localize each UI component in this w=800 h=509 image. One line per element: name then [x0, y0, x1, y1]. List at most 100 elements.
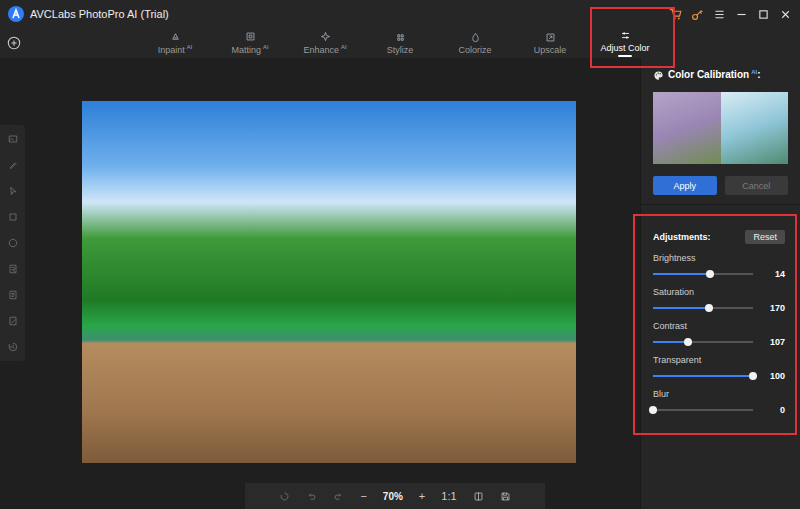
- slider-track[interactable]: [653, 409, 753, 411]
- photo: [82, 101, 576, 463]
- slider-label: Contrast: [653, 321, 785, 331]
- minimize-icon[interactable]: [735, 8, 748, 21]
- color-calibration-title: Color CalibrationAI:: [668, 69, 760, 80]
- tab[interactable]: EnhanceAI: [288, 28, 363, 58]
- ai-badge: AI: [187, 44, 193, 50]
- preview-after: [721, 92, 789, 164]
- slider-fill: [653, 273, 710, 275]
- tool-icon[interactable]: [7, 289, 19, 301]
- slider-row: Transparent 100: [653, 355, 785, 381]
- key-icon[interactable]: [691, 8, 704, 21]
- slider-label: Brightness: [653, 253, 785, 263]
- tab[interactable]: Stylize: [363, 28, 438, 58]
- tab-icon: [170, 31, 181, 42]
- tool-icon[interactable]: [7, 185, 19, 197]
- tab-label: InpaintAI: [158, 44, 193, 55]
- cart-icon[interactable]: [669, 8, 682, 21]
- tab-icon: [245, 31, 256, 42]
- menu-icon[interactable]: [713, 8, 726, 21]
- tab-label: Adjust Color: [600, 43, 649, 53]
- slider-knob[interactable]: [684, 338, 692, 346]
- tab-icon: [620, 30, 631, 41]
- tool-icon[interactable]: [7, 133, 19, 145]
- divider: [641, 204, 800, 205]
- right-panel: Color CalibrationAI: Apply Cancel Adjust…: [640, 58, 800, 509]
- tool-bar: [0, 125, 25, 361]
- tab[interactable]: InpaintAI: [138, 28, 213, 58]
- apply-button[interactable]: Apply: [653, 176, 717, 195]
- slider-row: Blur 0: [653, 389, 785, 415]
- tab-icon: [470, 32, 481, 43]
- adjustments-panel: Adjustments: Reset Brightness 14 Saturati…: [633, 214, 797, 435]
- title-bar: AVCLabs PhotoPro AI (Trial): [0, 0, 800, 28]
- slider-label: Blur: [653, 389, 785, 399]
- ai-badge: AI: [751, 69, 757, 75]
- canvas-area: − 70% + 1:1: [0, 58, 640, 509]
- tool-icon[interactable]: [7, 211, 19, 223]
- tool-icon[interactable]: [7, 341, 19, 353]
- slider-track[interactable]: [653, 375, 753, 377]
- tab-icon: [545, 32, 556, 43]
- slider-row: Brightness 14: [653, 253, 785, 279]
- close-icon[interactable]: [779, 8, 792, 21]
- redo-icon[interactable]: [333, 491, 344, 502]
- palette-icon: [653, 70, 664, 81]
- slider-knob[interactable]: [706, 270, 714, 278]
- slider-value: 0: [759, 405, 785, 415]
- slider-label: Saturation: [653, 287, 785, 297]
- zoom-in-button[interactable]: +: [419, 490, 425, 502]
- tab[interactable]: MattingAI: [213, 28, 288, 58]
- actual-size-button[interactable]: 1:1: [441, 490, 456, 502]
- zoom-out-button[interactable]: −: [360, 490, 366, 502]
- slider-label: Transparent: [653, 355, 785, 365]
- add-icon[interactable]: [7, 36, 21, 50]
- tab-label: EnhanceAI: [303, 44, 346, 55]
- slider-fill: [653, 341, 688, 343]
- window-title: AVCLabs PhotoPro AI (Trial): [30, 8, 169, 20]
- tab-label: Colorize: [458, 45, 491, 55]
- calibration-preview: [653, 92, 788, 164]
- tab-label: Stylize: [387, 45, 414, 55]
- tab-bar: InpaintAI MattingAI EnhanceAI Stylize Co…: [0, 28, 800, 58]
- tab-icon: [320, 31, 331, 42]
- slider-value: 170: [759, 303, 785, 313]
- zoom-value: 70%: [383, 491, 403, 502]
- app-window: AVCLabs PhotoPro AI (Trial) InpaintAI Ma…: [0, 0, 800, 509]
- reset-button[interactable]: Reset: [745, 230, 785, 244]
- slider-fill: [653, 307, 709, 309]
- tool-icon[interactable]: [7, 315, 19, 327]
- tab-label: MattingAI: [231, 44, 268, 55]
- tool-icon[interactable]: [7, 159, 19, 171]
- compare-icon[interactable]: [473, 491, 484, 502]
- slider-track[interactable]: [653, 341, 753, 343]
- reset-view-icon[interactable]: [279, 491, 290, 502]
- adjustments-title: Adjustments:: [653, 232, 711, 242]
- slider-knob[interactable]: [749, 372, 757, 380]
- ai-badge: AI: [341, 44, 347, 50]
- tab[interactable]: Upscale: [513, 28, 588, 58]
- maximize-icon[interactable]: [757, 8, 770, 21]
- preview-before: [653, 92, 721, 164]
- app-logo-icon: [8, 6, 24, 22]
- slider-knob[interactable]: [649, 406, 657, 414]
- tool-icon[interactable]: [7, 263, 19, 275]
- cancel-button[interactable]: Cancel: [725, 176, 789, 195]
- tab[interactable]: Adjust Color: [588, 28, 663, 58]
- tab[interactable]: Colorize: [438, 28, 513, 58]
- ai-badge: AI: [263, 44, 269, 50]
- undo-icon[interactable]: [306, 491, 317, 502]
- save-icon[interactable]: [500, 491, 511, 502]
- slider-track[interactable]: [653, 273, 753, 275]
- zoom-bar: − 70% + 1:1: [245, 483, 545, 509]
- slider-track[interactable]: [653, 307, 753, 309]
- slider-value: 100: [759, 371, 785, 381]
- tab-label: Upscale: [534, 45, 567, 55]
- tab-underline: [618, 55, 632, 57]
- slider-fill: [653, 375, 753, 377]
- slider-value: 107: [759, 337, 785, 347]
- color-calibration-header: Color CalibrationAI:: [641, 58, 800, 84]
- slider-value: 14: [759, 269, 785, 279]
- tool-icon[interactable]: [7, 237, 19, 249]
- slider-row: Saturation 170: [653, 287, 785, 313]
- slider-knob[interactable]: [705, 304, 713, 312]
